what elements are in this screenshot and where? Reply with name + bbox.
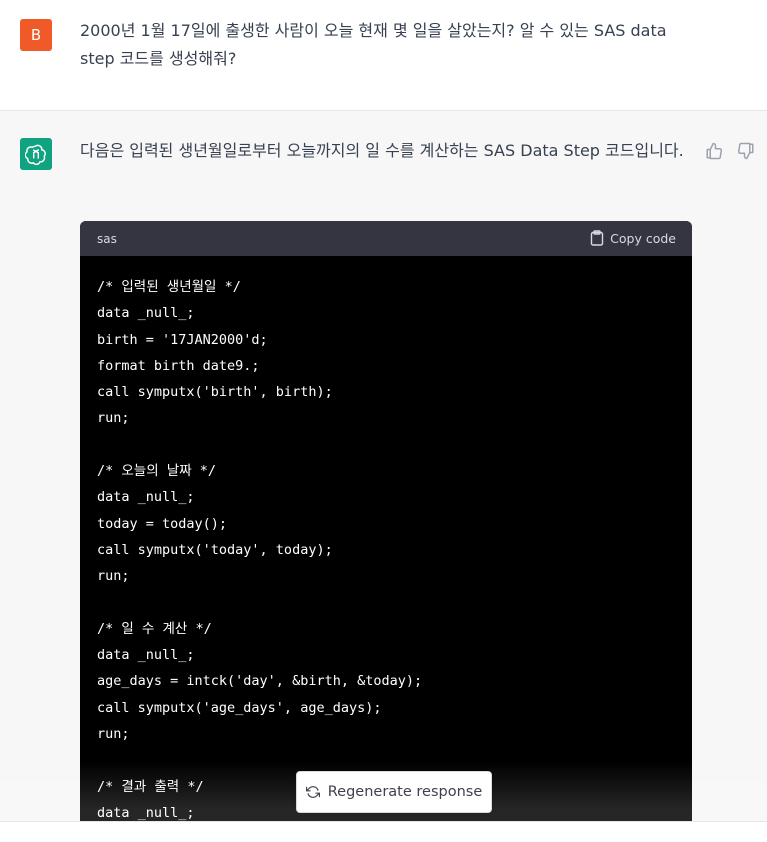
code-line: run; [97,568,130,585]
code-line: run; [97,726,130,743]
assistant-message-row: 다음은 입력된 생년월일로부터 오늘까지의 일 수를 계산하는 SAS Data… [0,111,767,841]
bottom-bar [0,821,767,842]
user-message-text: 2000년 1월 17일에 출생한 사람이 오늘 현재 몇 일을 살았는지? 알… [80,21,667,68]
code-line: /* 입력된 생년월일 */ [97,279,241,295]
code-line: today = today(); [97,515,228,532]
copy-code-label: Copy code [610,230,676,246]
regenerate-response-label: Regenerate response [327,784,483,800]
code-line: call symputx('age_days', age_days); [97,699,382,716]
code-line: age_days = intck('day', &birth, &today); [97,673,423,690]
code-line: data _null_; [97,489,195,506]
code-body: /* 입력된 생년월일 */ data _null_; birth = '17J… [80,256,692,821]
assistant-intro-text: 다음은 입력된 생년월일로부터 오늘까지의 일 수를 계산하는 SAS Data… [80,141,684,160]
thumbs-down-icon[interactable] [737,142,755,160]
clipboard-icon [590,230,604,246]
code-line: run; [97,410,130,427]
code-line: call symputx('birth', birth); [97,384,333,401]
user-message-row: B 2000년 1월 17일에 출생한 사람이 오늘 현재 몇 일을 살았는지?… [0,0,767,111]
code-line: format birth date9.; [97,357,260,374]
regenerate-response-button[interactable]: Regenerate response [296,771,492,813]
code-header: sas Copy code [80,221,692,256]
code-line: data _null_; [97,647,195,664]
openai-logo-icon [20,138,52,170]
code-line: /* 일 수 계산 */ [97,620,212,637]
code-line: call symputx('today', today); [97,541,333,558]
code-line: birth = '17JAN2000'd; [97,331,268,348]
code-block: sas Copy code /* 입력된 생년월일 */ data _null_… [80,221,692,821]
code-line: /* 오늘의 날짜 */ [97,463,216,480]
copy-code-button[interactable]: Copy code [590,230,676,246]
refresh-icon [305,786,320,798]
code-line: data _null_; [97,305,195,322]
user-avatar: B [20,19,52,51]
code-language-label: sas [97,232,117,246]
thumbs-up-icon[interactable] [705,142,723,160]
